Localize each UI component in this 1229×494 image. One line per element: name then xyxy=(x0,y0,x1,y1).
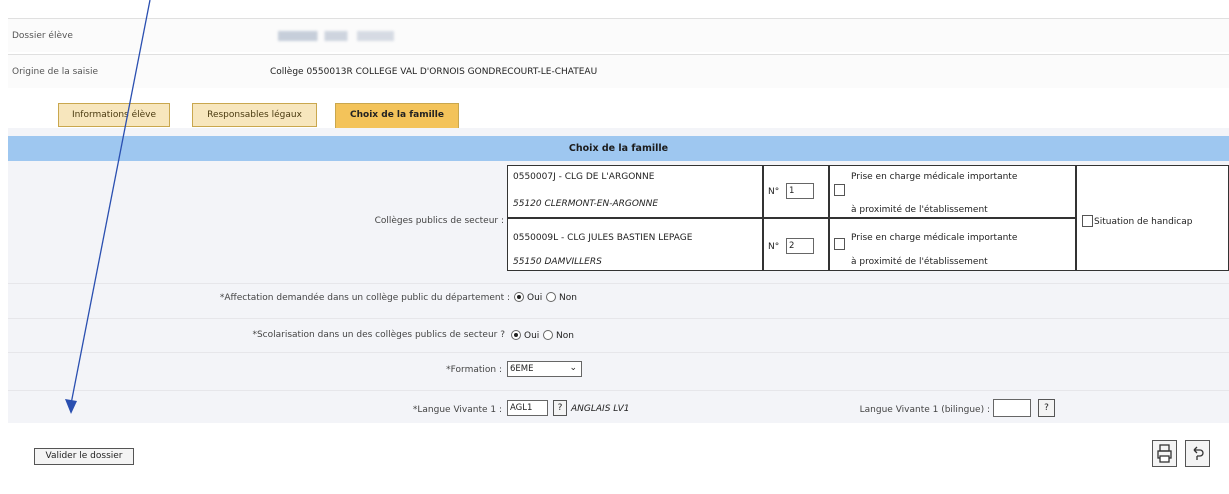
annotation-arrow xyxy=(65,0,151,414)
